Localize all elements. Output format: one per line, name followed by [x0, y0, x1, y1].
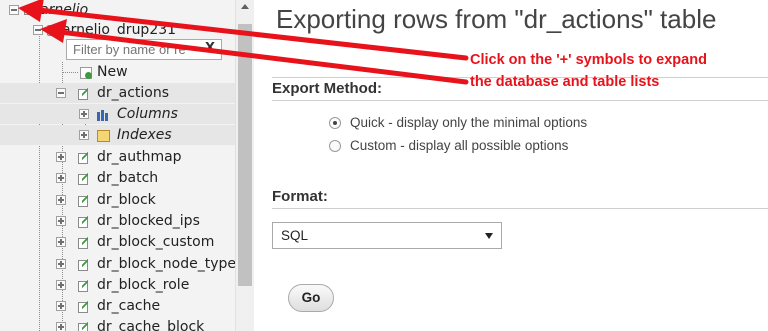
new-table-icon — [80, 67, 92, 79]
export-method-heading: Export Method: — [272, 80, 382, 97]
table-label: dr_block_role — [97, 277, 190, 293]
radio-label: Custom - display all possible options — [350, 138, 569, 153]
table-filter-input[interactable] — [66, 39, 222, 60]
table-icon — [77, 172, 89, 185]
table-label: dr_block_custom — [97, 234, 215, 250]
new-table-label: New — [97, 64, 128, 80]
tree-node-table[interactable]: dr_cache_block — [0, 317, 235, 331]
tree-node-table[interactable]: dr_block_custom — [0, 232, 235, 252]
expand-toggle[interactable] — [56, 301, 66, 311]
tree-node-indexes[interactable]: Indexes — [0, 125, 235, 145]
table-label: dr_actions — [97, 85, 170, 101]
expand-toggle[interactable] — [79, 130, 89, 140]
tree-node-server[interactable]: arnelio — [0, 0, 235, 20]
format-heading: Format: — [272, 188, 328, 205]
table-icon — [77, 151, 89, 164]
expand-toggle[interactable] — [56, 195, 66, 205]
table-icon — [77, 258, 89, 271]
table-icon — [77, 321, 89, 331]
table-label: dr_cache — [97, 298, 161, 314]
expand-toggle[interactable] — [56, 152, 66, 162]
table-label: dr_blocked_ips — [97, 213, 200, 229]
annotation-callout: Click on the '+' symbols to expand the d… — [470, 49, 707, 93]
table-icon — [77, 236, 89, 249]
page-title: Exporting rows from "dr_actions" table — [276, 4, 717, 34]
table-label: dr_block_node_type — [97, 256, 237, 272]
table-label: dr_cache_block — [97, 319, 205, 331]
tree-node-columns[interactable]: Columns — [0, 104, 235, 124]
radio-button-custom[interactable] — [329, 140, 341, 152]
expand-toggle[interactable] — [56, 173, 66, 183]
indexes-label: Indexes — [117, 127, 172, 143]
database-tree: arnelio arnelio_drup231 X New dr_actions — [0, 0, 237, 331]
server-label: arnelio — [40, 2, 89, 18]
table-icon — [77, 215, 89, 228]
expand-toggle[interactable] — [56, 259, 66, 269]
tree-node-table[interactable]: dr_block — [0, 190, 235, 210]
indexes-icon — [97, 130, 110, 142]
tree-node-table[interactable]: dr_authmap — [0, 147, 235, 167]
columns-label: Columns — [117, 106, 178, 122]
table-label: dr_batch — [97, 170, 159, 186]
section-divider — [272, 208, 768, 209]
expand-toggle[interactable] — [56, 322, 66, 331]
table-label: dr_block — [97, 192, 156, 208]
format-select[interactable]: SQL — [272, 222, 502, 249]
database-label: arnelio_drup231 — [62, 22, 177, 38]
expand-toggle[interactable] — [56, 237, 66, 247]
tree-node-table-dr-actions[interactable]: dr_actions — [0, 83, 235, 103]
collapse-toggle[interactable] — [33, 25, 43, 35]
table-icon — [77, 87, 89, 100]
table-icon — [77, 194, 89, 207]
radio-button-quick[interactable] — [329, 117, 341, 129]
tree-node-table[interactable]: dr_block_node_type — [0, 254, 237, 274]
dropdown-arrow-icon — [485, 233, 493, 239]
go-button[interactable]: Go — [288, 284, 334, 312]
table-icon — [77, 279, 89, 292]
columns-icon — [97, 110, 109, 121]
scrollbar-thumb[interactable] — [238, 24, 252, 286]
table-icon — [77, 300, 89, 313]
tree-node-new-table[interactable]: New — [0, 62, 235, 82]
tree-node-table[interactable]: dr_batch — [0, 168, 235, 188]
database-icon — [47, 25, 58, 36]
tree-node-table[interactable]: dr_blocked_ips — [0, 211, 235, 231]
collapse-toggle[interactable] — [56, 88, 66, 98]
radio-label: Quick - display only the minimal options — [350, 115, 588, 130]
table-label: dr_authmap — [97, 149, 182, 165]
tree-node-database[interactable]: arnelio_drup231 — [0, 20, 235, 40]
tree-node-table[interactable]: dr_cache — [0, 296, 235, 316]
server-icon — [24, 6, 37, 15]
format-selected-value: SQL — [281, 228, 309, 243]
section-divider — [272, 100, 768, 101]
filter-clear-button[interactable]: X — [202, 41, 218, 57]
scroll-up-arrow-icon[interactable] — [241, 4, 249, 9]
expand-toggle[interactable] — [56, 216, 66, 226]
collapse-toggle[interactable] — [9, 5, 19, 15]
expand-toggle[interactable] — [56, 280, 66, 290]
annotation-line: the database and table lists — [470, 74, 660, 90]
navigation-panel: arnelio arnelio_drup231 X New dr_actions — [0, 0, 254, 331]
nav-scrollbar[interactable] — [235, 0, 254, 331]
expand-toggle[interactable] — [79, 109, 89, 119]
annotation-line: Click on the '+' symbols to expand — [470, 52, 707, 68]
tree-node-table[interactable]: dr_block_role — [0, 275, 235, 295]
